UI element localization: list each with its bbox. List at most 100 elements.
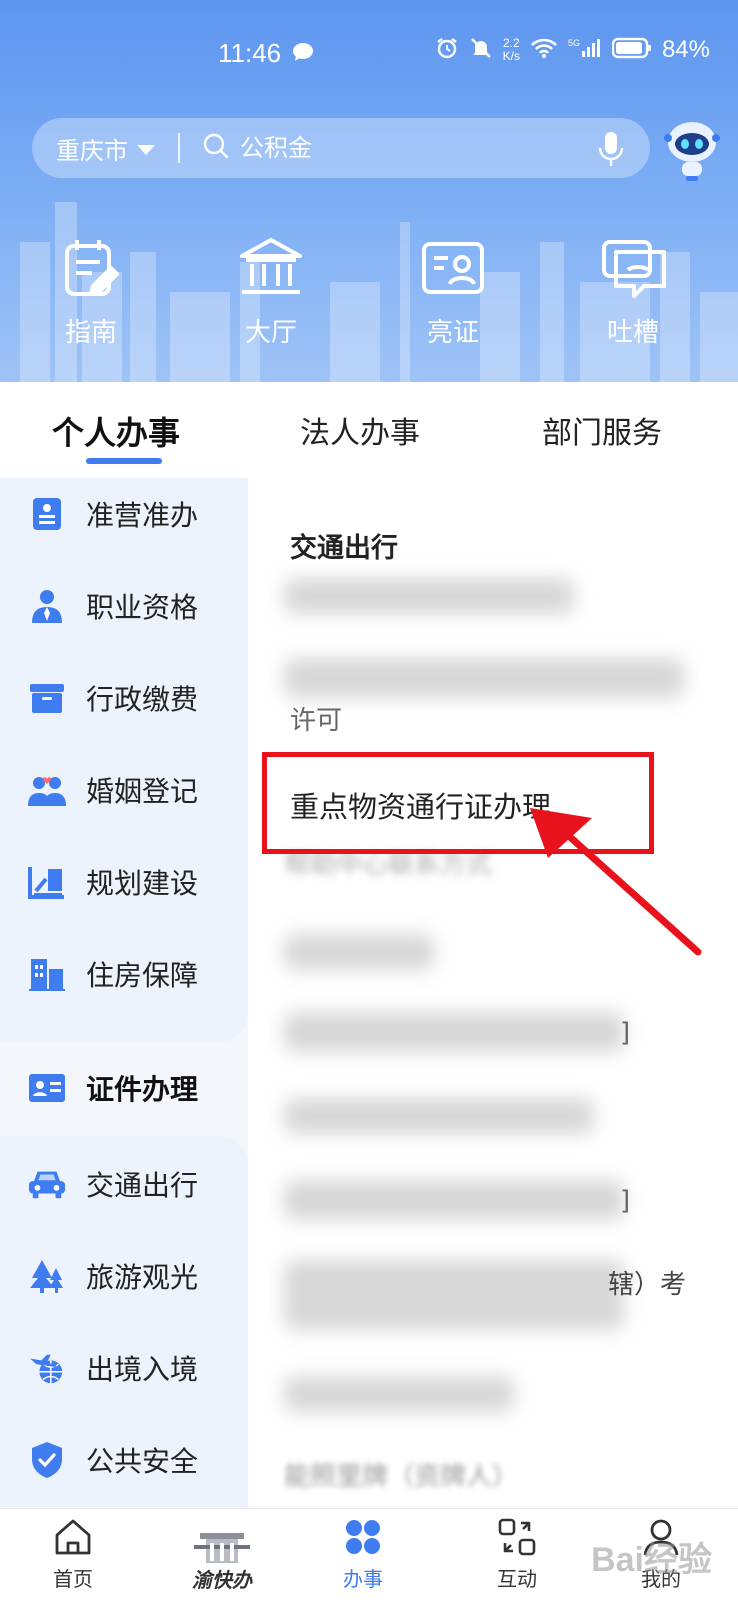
- sidebar-item-certificates[interactable]: 证件办理: [0, 1042, 248, 1134]
- nav-services[interactable]: 办事: [308, 1517, 418, 1592]
- sidebar-item-marriage-registration[interactable]: 婚姻登记: [0, 744, 248, 836]
- sidebar-item-transportation[interactable]: 交通出行: [0, 1138, 248, 1230]
- svg-text:渝快办: 渝快办: [192, 1568, 253, 1592]
- quick-action-label: 大厅: [244, 318, 297, 348]
- shield-icon: [28, 1441, 66, 1479]
- certificate-icon: [28, 1069, 66, 1107]
- service-item-fragment[interactable]: 能照里牌（资牌人）: [284, 1456, 518, 1493]
- watermark-text: Bai经验: [591, 1541, 712, 1579]
- home-icon: [53, 1519, 93, 1561]
- status-time: 11:46: [218, 38, 282, 68]
- blurred-service-item[interactable]: [284, 658, 684, 698]
- tab-active-indicator: [86, 458, 162, 464]
- id-card-icon: [388, 236, 518, 300]
- nav-label: 办事: [343, 1567, 383, 1591]
- blurred-service-item[interactable]: [284, 1260, 624, 1330]
- service-item-fragment: ]: [620, 1186, 631, 1216]
- license-icon: [28, 495, 66, 533]
- alarm-icon: [435, 36, 459, 64]
- quick-action-label: 吐槽: [606, 318, 659, 348]
- nav-label: 互动: [497, 1567, 537, 1591]
- nav-yukuaiban[interactable]: 渝快办: [162, 1513, 282, 1597]
- quick-action-feedback[interactable]: 吐槽: [568, 236, 698, 349]
- category-sidebar: 准营准办 职业资格 行政缴费 婚姻登记 规划建设 住房保障 证件办理 交通出行 …: [0, 478, 248, 1508]
- search-input[interactable]: [240, 134, 560, 162]
- sidebar-item-public-safety[interactable]: 公共安全: [0, 1414, 248, 1506]
- sidebar-item-label: 公共安全: [86, 1445, 199, 1478]
- city-selector[interactable]: 重庆市: [56, 131, 156, 166]
- microphone-icon[interactable]: [598, 130, 624, 172]
- sidebar-item-label: 交通出行: [86, 1169, 199, 1202]
- hall-icon: [206, 236, 336, 300]
- blurred-service-item[interactable]: [284, 1012, 624, 1052]
- message-notification-icon: [292, 42, 314, 66]
- quick-action-label: 亮证: [426, 318, 479, 348]
- blurred-service-item[interactable]: [284, 1180, 624, 1220]
- sidebar-item-planning-construction[interactable]: 规划建设: [0, 836, 248, 928]
- quick-action-label: 指南: [64, 318, 117, 348]
- sidebar-item-immigration[interactable]: 出境入境: [0, 1322, 248, 1414]
- assistant-robot-icon[interactable]: [662, 118, 722, 182]
- search-divider: [178, 133, 180, 163]
- grid-icon: [343, 1520, 383, 1561]
- dropdown-triangle-icon: [136, 134, 156, 162]
- search-icon: [202, 132, 230, 164]
- sidebar-item-label: 规划建设: [86, 867, 199, 900]
- housing-icon: [28, 955, 66, 993]
- sidebar-item-tourism[interactable]: 旅游观光: [0, 1230, 248, 1322]
- nav-interaction[interactable]: 互动: [462, 1517, 572, 1592]
- sidebar-item-administrative-fees[interactable]: 行政缴费: [0, 652, 248, 744]
- tab-department[interactable]: 部门服务: [542, 408, 662, 452]
- city-label: 重庆市: [56, 136, 128, 165]
- payment-box-icon: [28, 679, 66, 717]
- plane-globe-icon: [28, 1349, 66, 1387]
- category-title: 交通出行: [290, 533, 398, 564]
- yukuaiban-logo: 渝快办: [180, 1533, 264, 1597]
- network-speed: 2.2 K/s: [502, 36, 520, 63]
- cell-signal-icon: 5G: [568, 37, 602, 63]
- tab-legal-entity[interactable]: 法人办事: [300, 408, 420, 452]
- battery-icon: [611, 37, 652, 63]
- sidebar-item-label: 婚姻登记: [86, 775, 199, 808]
- service-item-fragment: 许可: [290, 706, 343, 736]
- service-tabs: 个人办事 法人办事 部门服务: [0, 382, 738, 478]
- marriage-icon: [28, 771, 66, 809]
- quick-action-hall[interactable]: 大厅: [206, 236, 336, 349]
- blurred-service-item[interactable]: [284, 1098, 594, 1134]
- quick-action-show-id[interactable]: 亮证: [388, 236, 518, 349]
- svg-text:5G: 5G: [568, 38, 580, 48]
- sidebar-item-business-permits[interactable]: 准营准办: [0, 468, 248, 560]
- wifi-icon: [530, 37, 558, 63]
- tree-icon: [28, 1257, 66, 1295]
- interaction-icon: [497, 1518, 537, 1561]
- search-bar[interactable]: 重庆市: [32, 118, 650, 178]
- blurred-service-item[interactable]: [284, 934, 434, 970]
- nav-home[interactable]: 首页: [18, 1517, 128, 1592]
- sidebar-item-professional-qualification[interactable]: 职业资格: [0, 560, 248, 652]
- quick-action-guide[interactable]: 指南: [26, 236, 156, 349]
- red-pointer-arrow-icon: [530, 808, 702, 956]
- service-item-fragment: ]: [620, 1018, 631, 1048]
- professional-icon: [28, 587, 66, 625]
- sidebar-item-label: 住房保障: [86, 959, 199, 992]
- sidebar-item-label: 证件办理: [86, 1073, 199, 1106]
- sidebar-item-label: 准营准办: [86, 499, 199, 532]
- blurred-service-item[interactable]: [284, 1376, 514, 1412]
- sidebar-item-housing-security[interactable]: 住房保障: [0, 928, 248, 1020]
- sidebar-item-label: 职业资格: [86, 591, 199, 624]
- guide-icon: [26, 236, 156, 300]
- sidebar-item-label: 出境入境: [86, 1353, 199, 1386]
- car-icon: [28, 1165, 66, 1203]
- status-bar: 11:46 2.2 K/s 5G 84%: [0, 30, 738, 80]
- tab-personal[interactable]: 个人办事: [52, 408, 180, 454]
- service-item-fragment: 辖）考: [608, 1270, 687, 1300]
- sidebar-item-label: 旅游观光: [86, 1261, 199, 1294]
- battery-percent: 84%: [661, 36, 710, 63]
- planning-icon: [28, 863, 66, 901]
- sidebar-item-label: 行政缴费: [86, 683, 199, 716]
- nav-label: 首页: [53, 1567, 93, 1591]
- blurred-service-item[interactable]: [284, 578, 574, 614]
- service-list-panel: 交通出行 许可 重点物资通行证办理 帮助中心联系方式 ] ] 辖）考 能照里牌（…: [248, 478, 738, 1508]
- header: 11:46 2.2 K/s 5G 84% 重庆市 公积金 指南 大厅 亮证 吐槽: [0, 0, 738, 382]
- mute-bell-icon: [469, 36, 493, 64]
